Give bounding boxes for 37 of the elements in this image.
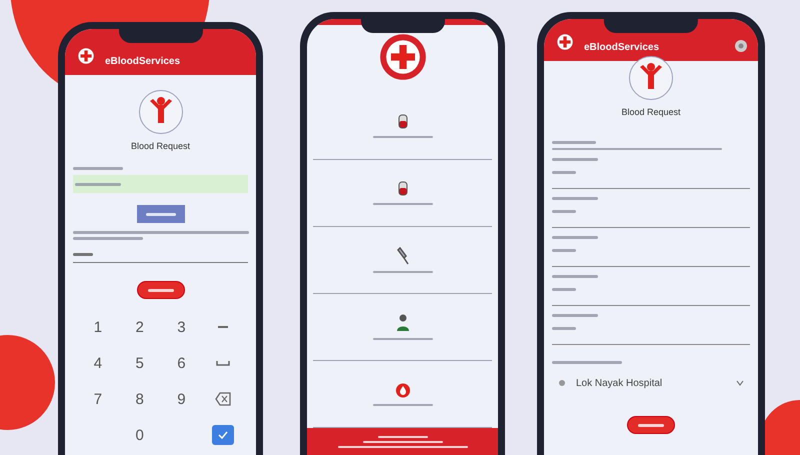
request-button[interactable]: [136, 205, 184, 223]
cross-logo-icon: [378, 33, 426, 81]
app-title: eBloodServices: [105, 56, 182, 67]
blood-drop-icon: [396, 382, 410, 398]
blood-bag-icon: [398, 114, 408, 130]
space-bar-icon: [216, 360, 230, 366]
input-field[interactable]: [73, 175, 248, 193]
screen-heading: Blood Request: [621, 107, 681, 117]
person-arms-up-icon: [138, 89, 184, 135]
keypad-key[interactable]: 6: [160, 353, 202, 373]
keypad-key[interactable]: 8: [118, 389, 160, 409]
keypad-key[interactable]: 7: [77, 389, 119, 409]
app-title: eBloodServices: [584, 42, 660, 53]
blurred-text: [73, 167, 123, 170]
backspace-icon: [215, 392, 232, 406]
keypad-key[interactable]: 0: [118, 425, 160, 445]
syringe-icon: [396, 247, 408, 265]
keypad-key[interactable]: 9: [160, 389, 202, 409]
keypad-key[interactable]: 3: [160, 317, 202, 337]
person-icon: [396, 314, 410, 332]
blurred-text: [73, 237, 143, 240]
submit-button[interactable]: [627, 416, 675, 434]
hospital-dropdown[interactable]: Lok Nayak Hospital: [552, 370, 750, 396]
blurred-text: [552, 141, 596, 144]
keypad-key[interactable]: 2: [118, 317, 160, 337]
dropdown-caret-icon: [736, 380, 744, 386]
check-icon: [218, 431, 228, 439]
blurred-text: [552, 361, 622, 364]
minus-icon: [218, 325, 228, 329]
person-arms-up-icon: [628, 55, 674, 101]
keypad-key[interactable]: 4: [77, 353, 119, 373]
screen-heading: Blood Request: [130, 141, 190, 151]
done-key[interactable]: [212, 425, 234, 445]
keypad-key[interactable]: 5: [118, 353, 160, 373]
blood-bag-icon: [398, 181, 408, 197]
submit-button[interactable]: [136, 281, 184, 299]
keypad-key[interactable]: 1: [77, 317, 119, 337]
